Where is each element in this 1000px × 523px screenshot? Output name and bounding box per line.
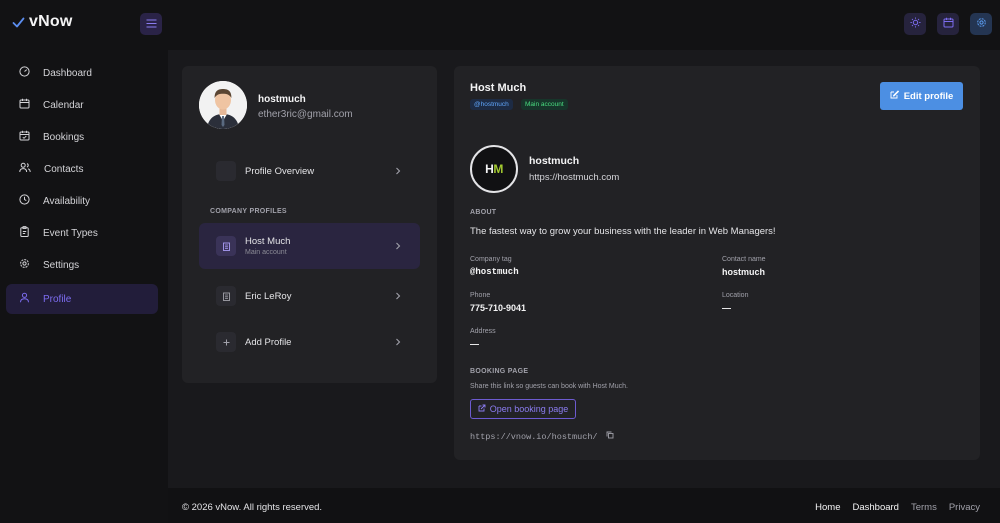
building-icon bbox=[216, 236, 236, 256]
edit-profile-label: Edit profile bbox=[903, 90, 954, 102]
user-name: hostmuch bbox=[258, 94, 306, 105]
building-icon bbox=[216, 286, 236, 306]
sun-icon bbox=[910, 15, 921, 33]
location-value: — bbox=[722, 303, 731, 313]
chevron-right-icon bbox=[390, 338, 406, 346]
footer-link-home[interactable]: Home bbox=[815, 502, 840, 513]
booking-url: https://vnow.io/hostmuch/ bbox=[470, 431, 598, 442]
phone-label: Phone bbox=[470, 292, 491, 299]
company-tag-value: @hostmuch bbox=[470, 267, 519, 277]
copyright-text: © 2026 vNow. All rights reserved. bbox=[182, 502, 323, 513]
company-logo: HM bbox=[470, 145, 518, 193]
page-title: Host Much bbox=[470, 82, 527, 94]
sidebar-item-label: Event Types bbox=[43, 227, 98, 239]
profile-list-card: hostmuch ether3ric@gmail.com Profile Ove… bbox=[182, 66, 437, 383]
edit-profile-button[interactable]: Edit profile bbox=[880, 82, 963, 110]
copy-icon[interactable] bbox=[606, 431, 614, 442]
tag-badge: @hostmuch bbox=[470, 99, 513, 110]
gear-icon bbox=[976, 15, 987, 33]
sidebar-item-label: Settings bbox=[43, 259, 80, 271]
sidebar-item-label: Profile bbox=[43, 293, 72, 305]
sidebar-item-profile[interactable]: Profile bbox=[6, 284, 158, 314]
company-url[interactable]: https://hostmuch.com bbox=[529, 172, 619, 183]
sidebar-item-calendar[interactable]: Calendar bbox=[6, 90, 158, 120]
sidebar-item-availability[interactable]: Availability bbox=[6, 186, 158, 216]
list-item-label: Eric LeRoy bbox=[245, 290, 292, 302]
clipboard-icon bbox=[19, 226, 30, 240]
company-detail-card: Host Much @hostmuch Main account Edit pr… bbox=[454, 66, 980, 460]
footer-link-terms[interactable]: Terms bbox=[911, 502, 937, 513]
booking-page-label: BOOKING PAGE bbox=[470, 368, 529, 375]
settings-button[interactable] bbox=[970, 13, 992, 35]
phone-value: 775-710-9041 bbox=[470, 303, 527, 313]
chevron-right-icon bbox=[390, 167, 406, 175]
company-profile-item[interactable]: Eric LeRoy bbox=[199, 273, 420, 319]
sidebar-item-settings[interactable]: Settings bbox=[6, 250, 158, 280]
sidebar-item-label: Calendar bbox=[43, 99, 84, 111]
edit-icon bbox=[890, 90, 899, 102]
menu-toggle-button[interactable] bbox=[140, 13, 162, 35]
theme-toggle-button[interactable] bbox=[904, 13, 926, 35]
company-profile-item[interactable]: Host Much Main account bbox=[199, 223, 420, 269]
people-icon bbox=[19, 162, 31, 176]
speedometer-icon bbox=[19, 66, 30, 80]
brand-name: vNow bbox=[29, 13, 73, 30]
sidebar-item-event-types[interactable]: Event Types bbox=[6, 218, 158, 248]
open-booking-page-button[interactable]: Open booking page bbox=[470, 399, 576, 419]
booking-description: Share this link so guests can book with … bbox=[470, 383, 628, 390]
plus-icon bbox=[216, 332, 236, 352]
address-value: — bbox=[470, 339, 479, 349]
clock-icon bbox=[19, 194, 30, 208]
calendar-icon bbox=[19, 98, 30, 112]
sidebar-item-label: Bookings bbox=[43, 131, 85, 143]
sidebar: Dashboard Calendar Bookings Contacts Ava… bbox=[0, 50, 168, 523]
contact-name-label: Contact name bbox=[722, 256, 766, 263]
logo-initial-m: M bbox=[493, 162, 503, 176]
main-account-badge: Main account bbox=[521, 99, 568, 110]
profile-overview-item[interactable]: Profile Overview bbox=[199, 148, 420, 194]
hamburger-menu-icon bbox=[146, 15, 157, 33]
check-icon bbox=[12, 16, 25, 29]
blank-icon bbox=[216, 161, 236, 181]
list-item-sub: Main account bbox=[245, 249, 287, 256]
about-text: The fastest way to grow your business wi… bbox=[470, 226, 776, 237]
footer-links: Home Dashboard Terms Privacy bbox=[815, 502, 980, 513]
company-name: hostmuch bbox=[529, 155, 580, 167]
user-email: ether3ric@gmail.com bbox=[258, 109, 353, 120]
section-label: COMPANY PROFILES bbox=[210, 208, 287, 215]
calendar-check-icon bbox=[19, 130, 30, 144]
list-item-label: Host Much bbox=[245, 236, 291, 247]
brand[interactable]: vNow bbox=[12, 13, 72, 31]
chevron-right-icon bbox=[390, 292, 406, 300]
sidebar-item-bookings[interactable]: Bookings bbox=[6, 122, 158, 152]
location-label: Location bbox=[722, 292, 749, 299]
open-booking-label: Open booking page bbox=[489, 404, 569, 414]
footer-link-dashboard[interactable]: Dashboard bbox=[852, 502, 898, 513]
top-bar: vNow bbox=[0, 0, 1000, 50]
footer: © 2026 vNow. All rights reserved. Home D… bbox=[168, 488, 1000, 523]
add-profile-item[interactable]: Add Profile bbox=[199, 319, 420, 365]
list-item-label: Add Profile bbox=[245, 336, 292, 348]
calendar-icon bbox=[943, 15, 954, 33]
chevron-right-icon bbox=[390, 242, 406, 250]
gear-icon bbox=[19, 258, 30, 272]
external-link-icon bbox=[478, 404, 486, 414]
footer-link-privacy[interactable]: Privacy bbox=[949, 502, 980, 513]
calendar-button[interactable] bbox=[937, 13, 959, 35]
booking-url-row: https://vnow.io/hostmuch/ bbox=[470, 431, 614, 442]
sidebar-item-dashboard[interactable]: Dashboard bbox=[6, 58, 158, 88]
list-item-label: Profile Overview bbox=[245, 165, 315, 177]
address-label: Address bbox=[470, 328, 496, 335]
sidebar-item-label: Dashboard bbox=[43, 67, 92, 79]
avatar bbox=[199, 81, 247, 129]
sidebar-item-label: Availability bbox=[43, 195, 91, 207]
user-icon bbox=[19, 292, 30, 306]
contact-name-value: hostmuch bbox=[722, 267, 766, 277]
sidebar-item-contacts[interactable]: Contacts bbox=[6, 154, 158, 184]
sidebar-item-label: Contacts bbox=[44, 163, 84, 175]
company-tag-label: Company tag bbox=[470, 256, 512, 263]
about-label: ABOUT bbox=[470, 209, 497, 216]
